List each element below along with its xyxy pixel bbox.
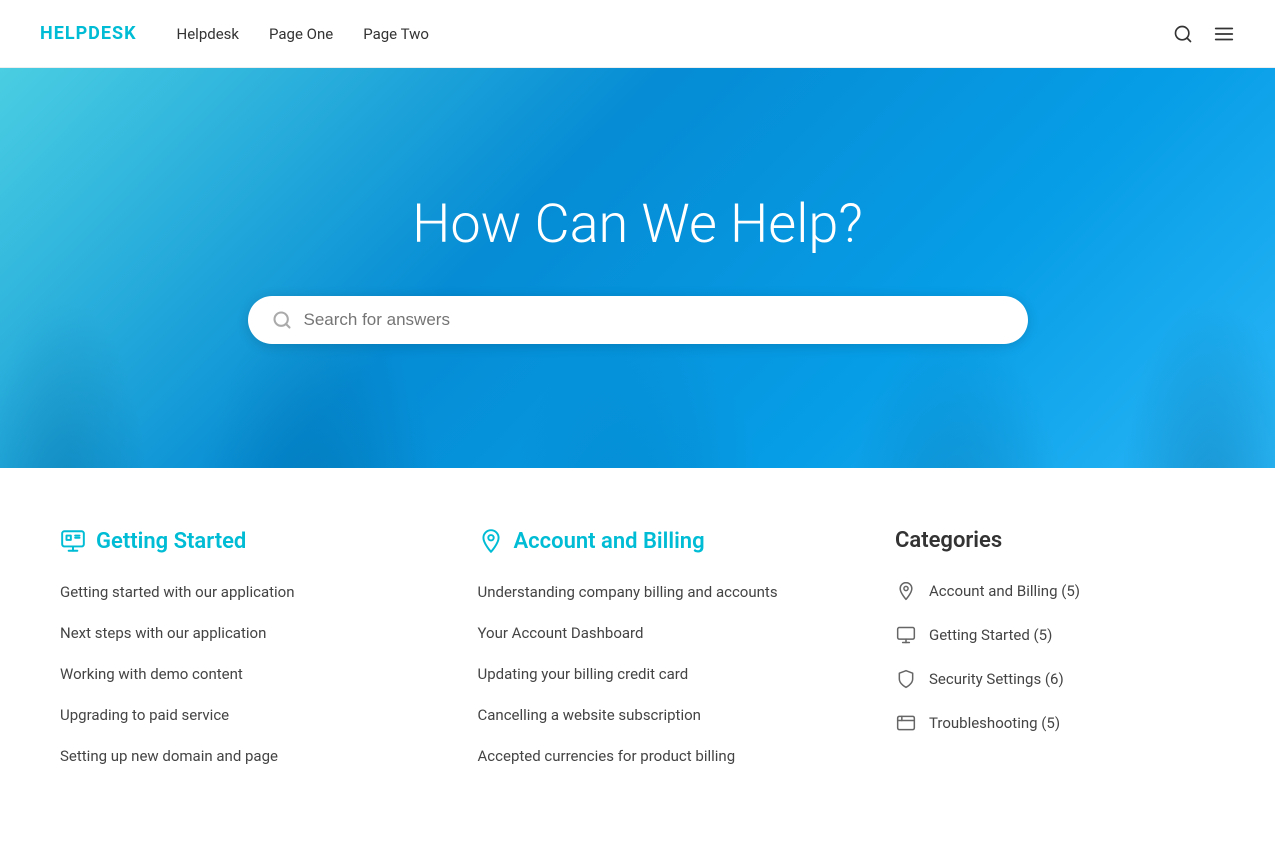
ab-link-4[interactable]: Cancelling a website subscription xyxy=(478,706,701,724)
getting-started-icon xyxy=(60,528,86,554)
category-item-billing[interactable]: Account and Billing (5) xyxy=(895,581,1215,601)
gs-cat-icon xyxy=(895,625,917,645)
account-billing-links: Understanding company billing and accoun… xyxy=(478,582,856,765)
nav-page-two[interactable]: Page Two xyxy=(363,25,429,43)
account-billing-icon xyxy=(478,528,504,554)
hero-people-overlay xyxy=(0,68,1275,468)
list-item: Understanding company billing and accoun… xyxy=(478,582,856,601)
nav-helpdesk[interactable]: Helpdesk xyxy=(177,25,239,43)
search-button[interactable] xyxy=(1173,24,1193,44)
search-input[interactable] xyxy=(304,310,1004,330)
getting-started-section: Getting Started Getting started with our… xyxy=(60,528,438,765)
hero-section: How Can We Help? xyxy=(0,68,1275,468)
category-label: Troubleshooting (5) xyxy=(929,714,1060,732)
gs-link-1[interactable]: Getting started with our application xyxy=(60,583,295,601)
list-item: Cancelling a website subscription xyxy=(478,705,856,724)
ab-link-1[interactable]: Understanding company billing and accoun… xyxy=(478,583,778,601)
hamburger-icon xyxy=(1213,23,1235,45)
account-billing-section: Account and Billing Understanding compan… xyxy=(478,528,856,765)
menu-button[interactable] xyxy=(1213,23,1235,45)
ab-link-2[interactable]: Your Account Dashboard xyxy=(478,624,644,642)
list-item: Next steps with our application xyxy=(60,623,438,642)
category-item-getting-started[interactable]: Getting Started (5) xyxy=(895,625,1215,645)
site-logo[interactable]: HELPDESK xyxy=(40,23,137,44)
account-billing-title: Account and Billing xyxy=(478,528,856,554)
gs-link-5[interactable]: Setting up new domain and page xyxy=(60,747,278,765)
category-label: Account and Billing (5) xyxy=(929,582,1080,600)
list-item: Updating your billing credit card xyxy=(478,664,856,683)
ab-link-3[interactable]: Updating your billing credit card xyxy=(478,665,689,683)
navbar: HELPDESK Helpdesk Page One Page Two xyxy=(0,0,1275,68)
list-item: Working with demo content xyxy=(60,664,438,683)
nav-page-one[interactable]: Page One xyxy=(269,25,333,43)
category-item-troubleshooting[interactable]: Troubleshooting (5) xyxy=(895,713,1215,733)
nav-actions xyxy=(1173,23,1235,45)
search-input-icon xyxy=(272,310,292,330)
hero-title: How Can We Help? xyxy=(412,193,863,256)
getting-started-links: Getting started with our application Nex… xyxy=(60,582,438,765)
category-list: Account and Billing (5) Getting Started … xyxy=(895,581,1215,733)
billing-cat-icon xyxy=(895,581,917,601)
gs-link-3[interactable]: Working with demo content xyxy=(60,665,243,683)
search-bar xyxy=(248,296,1028,344)
category-label: Getting Started (5) xyxy=(929,626,1052,644)
categories-title: Categories xyxy=(895,528,1215,553)
list-item: Setting up new domain and page xyxy=(60,746,438,765)
nav-links: Helpdesk Page One Page Two xyxy=(177,25,1173,43)
ab-link-5[interactable]: Accepted currencies for product billing xyxy=(478,747,736,765)
category-label: Security Settings (6) xyxy=(929,670,1064,688)
troubleshooting-cat-icon xyxy=(895,713,917,733)
gs-link-2[interactable]: Next steps with our application xyxy=(60,624,266,642)
security-cat-icon xyxy=(895,669,917,689)
list-item: Upgrading to paid service xyxy=(60,705,438,724)
category-item-security[interactable]: Security Settings (6) xyxy=(895,669,1215,689)
list-item: Accepted currencies for product billing xyxy=(478,746,856,765)
list-item: Getting started with our application xyxy=(60,582,438,601)
search-bar-icon xyxy=(272,310,292,330)
categories-sidebar: Categories Account and Billing (5) Gett xyxy=(895,528,1215,765)
getting-started-title: Getting Started xyxy=(60,528,438,554)
list-item: Your Account Dashboard xyxy=(478,623,856,642)
main-content: Getting Started Getting started with our… xyxy=(0,468,1275,845)
gs-link-4[interactable]: Upgrading to paid service xyxy=(60,706,229,724)
search-icon xyxy=(1173,24,1193,44)
